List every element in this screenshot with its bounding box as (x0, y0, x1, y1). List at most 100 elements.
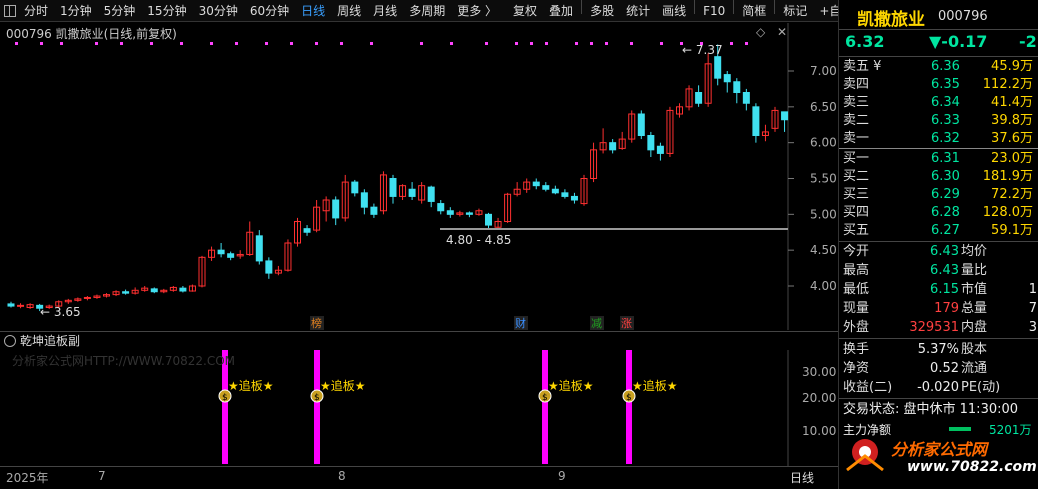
period-tab[interactable]: 分时 (18, 0, 54, 22)
candle-body (389, 178, 397, 197)
tool-button[interactable]: 标记 (777, 0, 813, 22)
signal-dot (210, 42, 213, 45)
tool-button[interactable]: 复权 (507, 0, 543, 22)
candle-body (781, 111, 789, 121)
signal-dot (660, 42, 663, 45)
stat-row: 外盘 329531 内盘 3 (843, 320, 1037, 335)
order-book-row: 买三 6.29 72.2万 (843, 187, 1033, 202)
tool-button[interactable]: 统计 (620, 0, 656, 22)
layout-toggle[interactable] (0, 4, 18, 17)
candlestick-chart[interactable]: 7.00 6.50 6.00 5.50 5.00 4.50 4.00 4.80 - 4.85 ←… (0, 23, 838, 330)
signal-dot (485, 42, 488, 45)
candle-body (485, 213, 492, 226)
y-tick-label: 5.00 (810, 207, 837, 221)
grid-icon (4, 4, 16, 17)
event-marker-label: 财 (515, 316, 526, 330)
quote-panel: 凯撒旅业 000796 6.32 ▼-0.17 -2. 卖五 ¥ 6.36 45… (838, 0, 1038, 489)
signal-dot (370, 42, 373, 45)
candle-body (303, 228, 311, 233)
candle-body (227, 253, 235, 258)
toolbar: 分时 1分钟 5分钟 15分钟 30分钟 60分钟 日线 周线 月线 多周期 更多 〉 复权 叠加 多股… (0, 0, 889, 22)
price-row: 6.32 ▼-0.17 -2. (843, 32, 1038, 52)
event-marker-label: 榜 (311, 316, 322, 330)
gear-icon[interactable] (4, 334, 16, 347)
signal-dot (450, 42, 453, 45)
stat-row: 净资 0.52 流通 (843, 361, 988, 376)
period-tab[interactable]: 15分钟 (141, 0, 192, 22)
period-tabs: 分时 1分钟 5分钟 15分钟 30分钟 60分钟 日线 周线 月线 多周期 更多 〉 (18, 0, 503, 22)
period-tab[interactable]: 日线 (295, 0, 331, 22)
app-window: 分时 1分钟 5分钟 15分钟 30分钟 60分钟 日线 周线 月线 多周期 更多 〉 复权 叠加 多股… (0, 0, 1038, 489)
signal-dot (340, 42, 343, 45)
price-change-pct: -2. (1019, 32, 1038, 51)
candle-body (446, 210, 454, 215)
candle-body (752, 106, 760, 137)
period-tab[interactable]: 5分钟 (98, 0, 142, 22)
signal-dot (745, 42, 748, 45)
period-tab[interactable]: 1分钟 (54, 0, 98, 22)
signal-dot (515, 42, 518, 45)
stat-row: 今开 6.43 均价 (843, 244, 988, 259)
low-label: ← 3.65 (40, 305, 81, 319)
banner-title: 分析家公式网 (891, 440, 988, 459)
tool-button[interactable]: 叠加 (543, 0, 579, 22)
money-bag-symbol: $ (222, 393, 228, 403)
candle-body (255, 235, 263, 262)
signal-bar (626, 350, 632, 464)
period-tab[interactable]: 月线 (367, 0, 403, 22)
stat-row: 最高 6.43 量比 (843, 263, 988, 278)
period-indicator[interactable]: 日线 (790, 469, 814, 486)
signal-dot (420, 42, 423, 45)
candle-body (695, 92, 703, 104)
tool-button[interactable]: 画线 (656, 0, 692, 22)
candle-body (551, 188, 559, 194)
indicator-name: 乾坤追板副 (20, 334, 81, 348)
period-tab[interactable]: 更多 〉 (451, 0, 503, 22)
candle-body (408, 188, 416, 197)
sub-y-tick-label: 40.00 (802, 350, 836, 353)
y-tick-label: 5.50 (810, 172, 837, 186)
period-tab[interactable]: 多周期 (403, 0, 451, 22)
period-tab[interactable]: 周线 (331, 0, 367, 22)
signal-dot (315, 42, 318, 45)
signal-dot (40, 42, 43, 45)
signal-dot (235, 42, 238, 45)
candle-body (561, 192, 569, 197)
stat-row: 现量 179 总量 7 (843, 301, 1037, 316)
candle-body (647, 135, 655, 151)
chart-title: 000796 凯撒旅业(日线,前复权) (6, 27, 177, 41)
candle-body (217, 249, 225, 255)
candle-body (609, 142, 617, 151)
chart-controls[interactable]: ◇ ✕ (756, 25, 791, 39)
tool-button[interactable]: 简框 (736, 0, 772, 22)
y-tick-label: 6.50 (810, 100, 837, 114)
stat-row: 收益(二) -0.020 PE(动) (843, 380, 1001, 395)
candle-body (360, 192, 368, 208)
signal-dot (730, 42, 733, 45)
signal-label: ★追板★ (320, 378, 366, 393)
signal-dot (545, 42, 548, 45)
candle-body (465, 212, 473, 215)
x-label: 7 (98, 469, 106, 483)
signal-dot (530, 42, 533, 45)
candle-body (122, 291, 130, 294)
order-book-row: 卖五 ¥ 6.36 45.9万 (843, 59, 1033, 74)
candle-body (179, 287, 187, 292)
signal-dot (150, 42, 153, 45)
candle-body (83, 296, 91, 299)
y-tick-label: 7.00 (810, 64, 837, 78)
candle-body (17, 304, 25, 307)
candle-body (742, 92, 750, 104)
price-change: ▼-0.17 (929, 32, 988, 51)
period-tab[interactable]: 60分钟 (244, 0, 295, 22)
period-tab[interactable]: 30分钟 (193, 0, 244, 22)
event-marker-label: 减 (591, 317, 602, 330)
banner-url: www.70822.com (907, 459, 1037, 475)
tool-button[interactable]: 多股 (584, 0, 620, 22)
x-label: 8 (338, 469, 346, 483)
y-tick-label: 4.50 (810, 243, 837, 257)
current-price: 6.32 (845, 32, 885, 51)
tool-button[interactable]: F10 (697, 0, 731, 22)
stock-name: 凯撒旅业 (857, 10, 925, 30)
candle-body (637, 113, 645, 136)
